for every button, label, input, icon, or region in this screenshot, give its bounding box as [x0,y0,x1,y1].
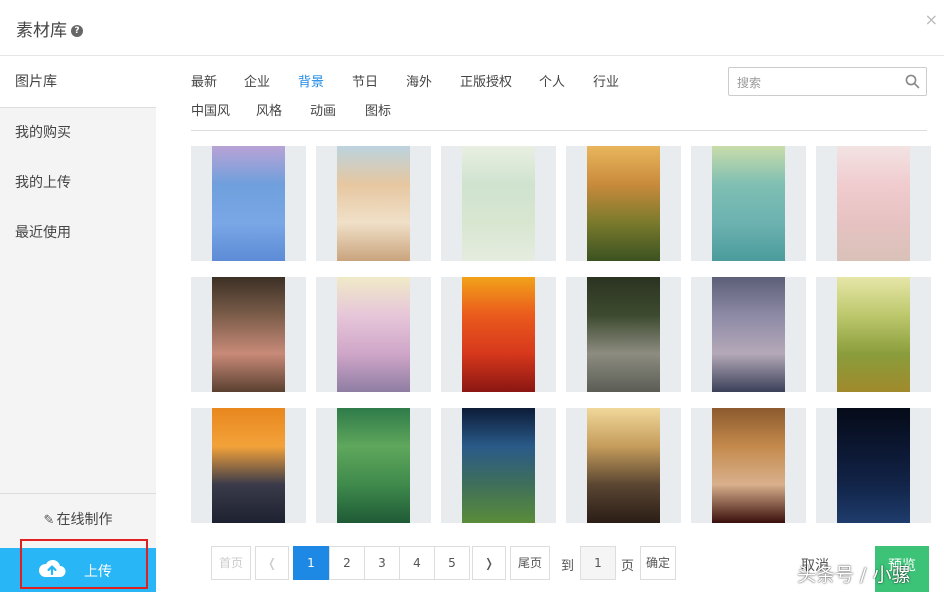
category-tab-style[interactable]: 风格 [256,100,282,119]
image-thumbnail-sky-clouds[interactable] [691,277,806,392]
dialog-header: 素材库? × [0,0,944,56]
pagination-last[interactable]: 尾页 [510,546,550,580]
pagination-page-3[interactable]: 3 [364,546,400,580]
image-thumbnail-girl-street[interactable] [566,408,681,523]
thumbnail-image [837,408,910,523]
sidebar-item-label: 我的购买 [15,125,71,141]
thumbnail-image [712,277,785,392]
sidebar-item-my-purchases[interactable]: 我的购买 [0,108,156,158]
upload-button[interactable]: 上传 [0,548,156,592]
thumbnail-image [587,146,660,261]
goto-page-input[interactable]: 1 [580,546,616,580]
pagination-first[interactable]: 首页 [211,546,251,580]
category-tab-chinese-style[interactable]: 中国风 [191,100,230,119]
pagination-page-1[interactable]: 1 [293,546,329,580]
category-tab-holiday[interactable]: 节日 [352,71,378,90]
category-tab-licensed[interactable]: 正版授权 [460,71,512,90]
image-thumbnail-fog-lake[interactable] [191,146,306,261]
sidebar-item-label: 图片库 [15,74,57,90]
thumbnail-image [462,408,535,523]
thumbnail-image [212,146,285,261]
category-tab-latest[interactable]: 最新 [191,71,217,90]
image-thumbnail-girl-beach[interactable] [316,146,431,261]
category-tab-animation[interactable]: 动画 [310,100,336,119]
search-input[interactable] [735,73,899,93]
category-tab-overseas[interactable]: 海外 [406,71,432,90]
thumbnail-image [462,277,535,392]
pagination-page-4[interactable]: 4 [399,546,435,580]
goto-confirm-button[interactable]: 确定 [640,546,676,580]
image-thumbnail-cherry-branch[interactable] [441,146,556,261]
sidebar-item-image-library[interactable]: 图片库 [0,57,156,107]
category-divider [191,130,927,131]
sidebar-item-my-uploads[interactable]: 我的上传 [0,158,156,208]
image-thumbnail-sunset-sea[interactable] [191,408,306,523]
image-thumbnail-pink-flower-teal[interactable] [691,146,806,261]
thumbnail-image [837,146,910,261]
image-thumbnail-magnolia[interactable] [316,277,431,392]
category-tab-business[interactable]: 企业 [244,71,270,90]
pagination-page-5[interactable]: 5 [434,546,470,580]
cancel-button[interactable]: 取消 [801,555,829,575]
image-thumbnail-red-flower-field[interactable] [566,146,681,261]
preview-button[interactable]: 预览 [875,546,929,592]
image-thumbnail-heart-stem[interactable] [316,408,431,523]
search-box [728,67,927,96]
sidebar-item-label: 我的上传 [15,175,71,191]
pagination-prev[interactable]: ❬ [255,546,289,580]
image-thumbnail-heart-jar[interactable] [691,408,806,523]
image-thumbnail-red-orange-curtain[interactable] [441,277,556,392]
thumbnail-image [337,146,410,261]
search-icon[interactable] [905,74,920,89]
image-thumbnail-macarons-box[interactable] [191,277,306,392]
page-unit-label: 页 [621,559,635,574]
image-thumbnail-earth-night[interactable] [816,408,931,523]
thumbnail-image [587,277,660,392]
sidebar-item-label: 最近使用 [15,225,71,241]
category-tab-icons[interactable]: 图标 [365,100,391,119]
thumbnail-image [337,408,410,523]
thumbnail-image [212,277,285,392]
pencil-icon: ✎ [43,513,55,528]
pagination-next[interactable]: ❭ [472,546,506,580]
close-icon[interactable]: × [925,10,938,29]
goto-label: 到 [561,559,575,574]
image-thumbnail-fireworks[interactable] [441,408,556,523]
sidebar-item-recent[interactable]: 最近使用 [0,208,156,258]
pagination-page-2[interactable]: 2 [329,546,365,580]
dialog-title: 素材库? [16,16,83,41]
cloud-upload-icon [38,559,66,577]
thumbnail-image [712,146,785,261]
image-thumbnail-book-bench[interactable] [566,277,681,392]
online-make-label: 在线制作 [56,512,113,528]
category-tab-background[interactable]: 背景 [298,71,324,90]
image-thumbnail-peach-blossom[interactable] [816,146,931,261]
upload-label: 上传 [84,564,112,580]
thumbnail-image [462,146,535,261]
category-tab-personal[interactable]: 个人 [539,71,565,90]
image-thumbnail-moss-bokeh[interactable] [816,277,931,392]
dialog-title-text: 素材库 [16,21,67,41]
main-panel: 最新 企业 背景 节日 海外 正版授权 个人 行业 中国风 风格 动画 图标 首… [156,57,944,592]
category-tab-industry[interactable]: 行业 [593,71,619,90]
thumbnail-image [712,408,785,523]
online-make-button[interactable]: ✎ 在线制作 [0,493,156,547]
question-circle-icon[interactable]: ? [71,25,83,37]
thumbnail-image [337,277,410,392]
sidebar: 图片库 我的购买 我的上传 最近使用 ✎ 在线制作 上传 [0,57,156,592]
thumbnail-image [837,277,910,392]
thumbnail-image [587,408,660,523]
thumbnail-image [212,408,285,523]
